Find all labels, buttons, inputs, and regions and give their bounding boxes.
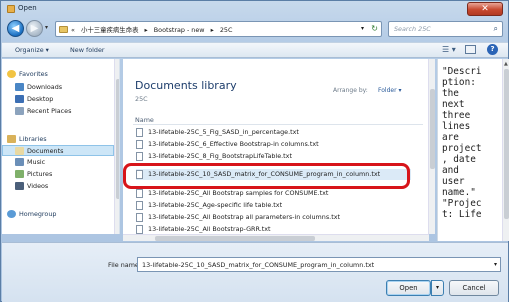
open-options-dropdown[interactable]: ▾ <box>431 280 444 296</box>
scroll-up-icon[interactable]: ▲ <box>504 61 508 67</box>
file-name-field[interactable]: 13-lifetable-25C_10_SASD_matrix_for_CONS… <box>137 257 501 272</box>
open-button[interactable]: Open <box>386 280 431 296</box>
column-divider <box>133 124 423 125</box>
text-file-icon <box>136 140 143 149</box>
folder-icon <box>59 26 68 33</box>
search-placeholder: Search 25C <box>394 25 431 33</box>
open-dialog: Open ✕ ◀ ▶ ▾ « 小十三童疾病生命表 ▸ Bootstrap - n… <box>0 0 509 302</box>
file-name-dropdown-icon[interactable]: ▾ <box>494 261 497 268</box>
text-file-icon <box>136 225 143 234</box>
title-bar: Open ✕ <box>1 1 508 17</box>
back-button[interactable]: ◀ <box>7 20 24 37</box>
text-file-icon <box>136 128 143 137</box>
recent-pages-dropdown[interactable]: ▾ <box>45 24 48 31</box>
horizontal-scrollbar[interactable] <box>123 234 429 241</box>
navigation-pane: Favorites Downloads Desktop Recent Place… <box>2 59 120 234</box>
search-icon[interactable]: ⌕ <box>494 24 498 34</box>
sidebar-item-homegroup[interactable]: Homegroup <box>2 209 114 220</box>
breadcrumb-item[interactable]: 小十三童疾病生命表 <box>81 26 139 34</box>
sidebar-item-documents[interactable]: Documents <box>2 145 114 156</box>
file-name-value: 13-lifetable-25C_10_SASD_matrix_for_CONS… <box>142 261 375 269</box>
command-bar: Organize ▾ New folder ☰ ▾ ? <box>2 42 508 58</box>
window-title: Open <box>18 4 37 12</box>
file-list-scroll-thumb[interactable] <box>430 89 435 169</box>
sidebar-item-desktop[interactable]: Desktop <box>2 94 114 105</box>
open-dialog-icon <box>7 5 15 13</box>
text-file-icon <box>136 189 143 198</box>
desktop-icon <box>15 95 24 103</box>
cancel-button[interactable]: Cancel <box>449 280 499 296</box>
star-icon <box>7 70 16 78</box>
address-dropdown-icon[interactable]: ▾ <box>361 25 364 32</box>
breadcrumb[interactable]: « 小十三童疾病生命表 ▸ Bootstrap - new ▸ 25C <box>71 25 236 34</box>
sidebar-item-downloads[interactable]: Downloads <box>2 82 114 93</box>
preview-pane-icon[interactable] <box>465 45 476 54</box>
close-button[interactable]: ✕ <box>467 2 503 16</box>
file-row[interactable]: 13-lifetable-25C_All Bootstrap samples f… <box>136 188 411 199</box>
organize-button[interactable]: Organize ▾ <box>15 46 49 54</box>
search-input[interactable]: Search 25C ⌕ <box>388 21 503 37</box>
file-row[interactable]: 13-lifetable-25C_All Bootstrap all param… <box>136 212 411 223</box>
arrange-by-label: Arrange by: <box>333 87 368 94</box>
sidebar-item-favorites[interactable]: Favorites <box>2 69 114 80</box>
new-folder-button[interactable]: New folder <box>70 46 105 54</box>
navigation-scrollbar[interactable] <box>114 59 119 234</box>
address-bar[interactable]: « 小十三童疾病生命表 ▸ Bootstrap - new ▸ 25C ▾ ↻ <box>55 21 382 37</box>
sidebar-item-pictures[interactable]: Pictures <box>2 169 114 180</box>
text-file-icon <box>136 201 143 210</box>
file-name-bar: File name: 13-lifetable-25C_10_SASD_matr… <box>2 242 508 302</box>
arrange-by-dropdown[interactable]: Folder ▾ <box>378 87 401 94</box>
preview-scroll-thumb[interactable] <box>504 69 509 219</box>
videos-icon <box>15 182 24 190</box>
view-options-icon[interactable]: ☰ ▾ <box>442 45 456 54</box>
preview-scrollbar[interactable]: ▲ <box>502 59 509 241</box>
preview-pane: "Descri ption: the next three lines are … <box>437 59 509 241</box>
downloads-icon <box>15 83 24 91</box>
column-header-name[interactable]: Name <box>135 116 154 124</box>
sidebar-item-videos[interactable]: Videos <box>2 181 114 192</box>
sidebar-item-recent-places[interactable]: Recent Places <box>2 106 114 117</box>
sidebar-item-music[interactable]: Music <box>2 157 114 168</box>
help-icon[interactable]: ? <box>487 44 498 55</box>
breadcrumb-separator[interactable]: ▸ <box>211 26 214 34</box>
file-row[interactable]: 13-lifetable-25C_5_Fig_SASD_in_percentag… <box>136 127 411 138</box>
library-title: Documents library <box>135 79 237 92</box>
recent-places-icon <box>15 107 24 115</box>
text-file-icon <box>136 213 143 222</box>
text-file-icon <box>136 152 143 161</box>
file-row[interactable]: 13-lifetable-25C_Age-specific life table… <box>136 200 411 211</box>
breadcrumb-item[interactable]: Bootstrap - new <box>154 26 205 34</box>
file-list-scrollbar[interactable] <box>428 59 435 234</box>
homegroup-icon <box>7 210 16 218</box>
preview-text: "Descri ption: the next three lines are … <box>442 66 482 220</box>
breadcrumb-separator[interactable]: ▸ <box>145 26 148 34</box>
music-icon <box>15 158 24 166</box>
navigation-bar: ◀ ▶ ▾ « 小十三童疾病生命表 ▸ Bootstrap - new ▸ 25… <box>5 19 505 39</box>
highlight-annotation <box>123 163 410 189</box>
breadcrumb-overflow[interactable]: « <box>71 26 75 34</box>
library-subtitle: 25C <box>135 95 148 103</box>
file-row[interactable]: 13-lifetable-25C_8_Fig_BootstrapLifeTabl… <box>136 151 411 162</box>
file-row[interactable]: 13-lifetable-25C_6_Effective Bootstrap-i… <box>136 139 411 150</box>
documents-icon <box>15 147 24 155</box>
refresh-icon[interactable]: ↻ <box>371 24 378 33</box>
libraries-icon <box>7 135 16 143</box>
breadcrumb-item[interactable]: 25C <box>220 26 233 34</box>
pictures-icon <box>15 170 24 178</box>
horizontal-scroll-thumb[interactable] <box>155 236 315 241</box>
forward-button[interactable]: ▶ <box>26 20 43 37</box>
sidebar-item-libraries[interactable]: Libraries <box>2 134 114 145</box>
file-list-pane: Documents library 25C Arrange by: Folder… <box>123 59 434 234</box>
navigation-scroll-thumb[interactable] <box>116 79 119 199</box>
file-row[interactable]: 13-lifetable-25C_All Bootstrap-GRR.txt <box>136 224 411 234</box>
